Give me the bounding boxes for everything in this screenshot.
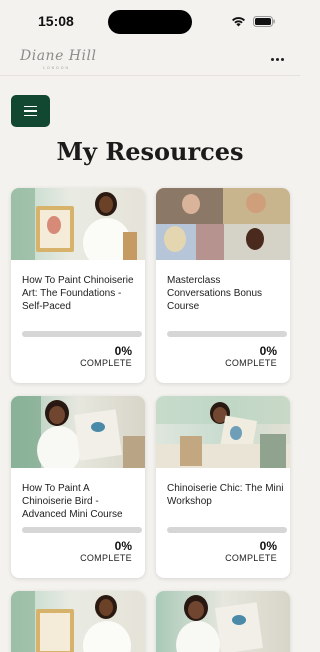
course-title: How To Paint A Chinoiserie Bird - Advanc… [22, 483, 123, 520]
progress-bar [22, 527, 142, 533]
progress-bar [167, 527, 287, 533]
course-title: Chinoiserie Chic: The Mini Workshop [167, 483, 284, 507]
course-card[interactable]: Chinoiserie Chic: The Mini Workshop 0% C… [156, 396, 290, 578]
complete-label: COMPLETE [225, 553, 277, 563]
hamburger-icon-line [24, 114, 37, 117]
dynamic-island [108, 10, 192, 34]
menu-button[interactable] [11, 95, 50, 127]
course-card[interactable]: How To Paint Chinoiserie Art: The Founda… [11, 188, 145, 383]
complete-label: COMPLETE [80, 553, 132, 563]
course-thumbnail-teacher-with-bird-painting [156, 591, 290, 652]
complete-label: COMPLETE [80, 358, 132, 368]
battery-icon [253, 16, 275, 27]
course-thumbnail-video-call-grid [156, 188, 290, 260]
progress-bar [22, 331, 142, 337]
status-time: 15:08 [38, 13, 74, 29]
course-title: Masterclass Conversations Bonus Course [167, 275, 263, 312]
course-title: How To Paint Chinoiserie Art: The Founda… [22, 275, 134, 312]
course-card[interactable] [11, 591, 145, 652]
brand-logo-subtitle: LONDON [43, 66, 70, 70]
hamburger-icon-line [24, 105, 37, 108]
progress-percent: 0% [114, 344, 132, 358]
course-thumbnail-teacher-with-painting-studio [156, 396, 290, 468]
progress-bar [167, 331, 287, 337]
page-title: My Resources [56, 137, 244, 166]
course-card[interactable]: Masterclass Conversations Bonus Course 0… [156, 188, 290, 383]
wifi-icon [232, 17, 245, 27]
hamburger-icon-line [24, 110, 37, 112]
course-thumbnail-teacher-with-bird-painting [11, 396, 145, 468]
course-card[interactable] [156, 591, 290, 652]
brand-logo[interactable]: Diane Hill [20, 48, 96, 64]
course-thumbnail-teacher-with-framed-art [11, 591, 145, 652]
more-options-icon[interactable] [270, 54, 284, 64]
progress-percent: 0% [259, 344, 277, 358]
complete-label: COMPLETE [225, 358, 277, 368]
progress-percent: 0% [259, 539, 277, 553]
status-bar: 15:08 [0, 0, 300, 44]
course-thumbnail-teacher-with-framed-art [11, 188, 145, 260]
course-card[interactable]: How To Paint A Chinoiserie Bird - Advanc… [11, 396, 145, 578]
progress-percent: 0% [114, 539, 132, 553]
app-header: Diane Hill LONDON [0, 44, 300, 76]
